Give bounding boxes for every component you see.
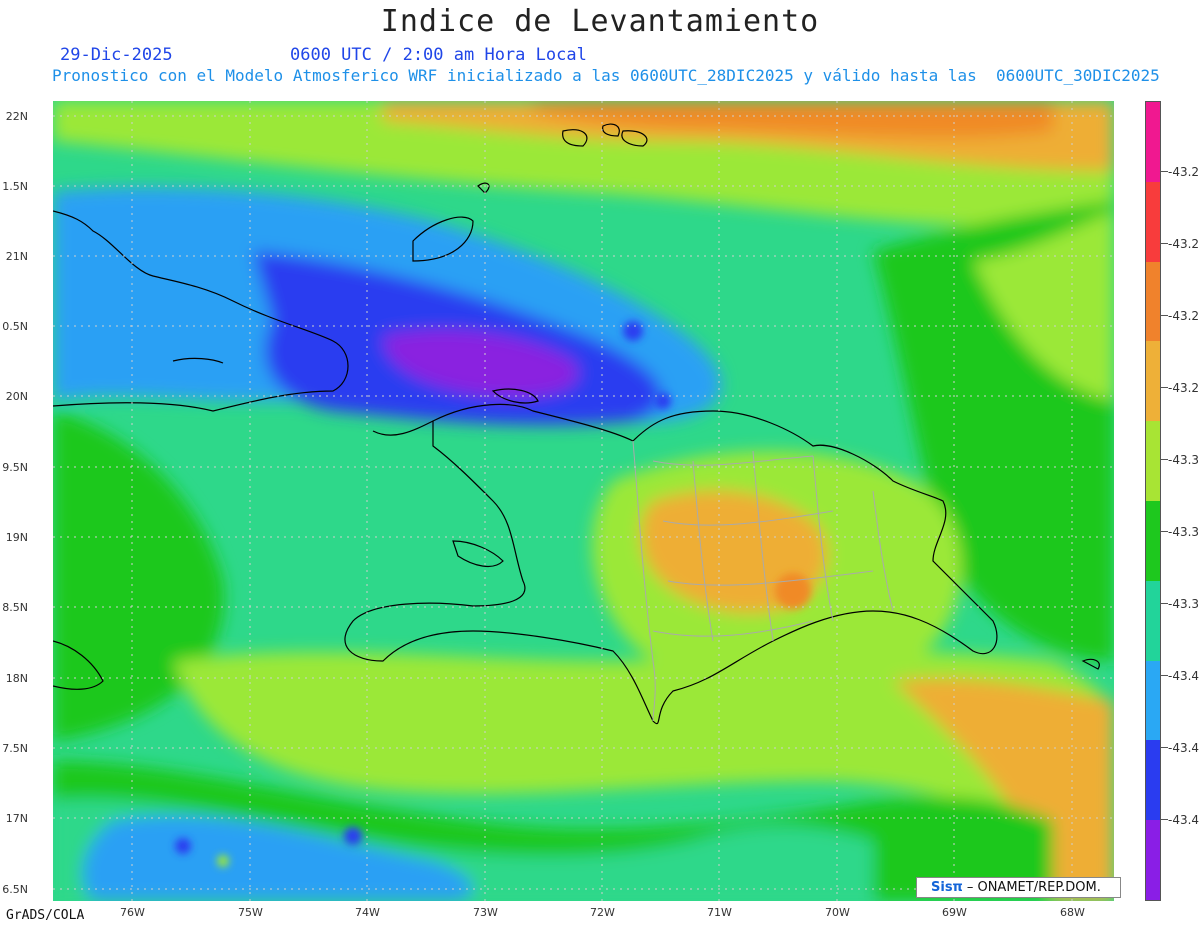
lon-label: 70W — [825, 906, 850, 919]
colorbar-label: -43.2 — [1168, 309, 1200, 323]
map-title: Indice de Levantamiento — [380, 4, 820, 39]
colorbar-label: -43.4 — [1168, 669, 1200, 683]
colorbar-label: -43.3 — [1168, 525, 1200, 539]
colorbar-label: -43.2 — [1168, 381, 1200, 395]
colorbar-swatch — [1146, 660, 1160, 741]
colorbar-label: -43.4 — [1168, 813, 1200, 827]
credit-text: – ONAMET/REP.DOM. — [966, 880, 1101, 895]
lon-label: 73W — [473, 906, 498, 919]
lifted-index-map — [53, 101, 1114, 901]
lat-label: 21N — [5, 250, 28, 263]
lat-label: 18N — [5, 672, 28, 685]
colorbar — [1145, 101, 1161, 901]
colorbar-label: -43.4 — [1168, 741, 1200, 755]
lat-label: 8.5N — [2, 601, 28, 614]
lon-label: 76W — [120, 906, 145, 919]
lat-label: 6.5N — [2, 883, 28, 896]
forecast-date: 29-Dic-2025 — [60, 45, 173, 65]
lat-label: 1.5N — [2, 180, 28, 193]
colorbar-label: -43.3 — [1168, 453, 1200, 467]
lat-label: 9.5N — [2, 461, 28, 474]
colorbar-swatch — [1146, 341, 1160, 422]
lon-label: 68W — [1060, 906, 1085, 919]
colorbar-swatch — [1146, 102, 1160, 182]
lat-label: 0.5N — [2, 320, 28, 333]
forecast-description: Pronostico con el Modelo Atmosferico WRF… — [52, 66, 1160, 85]
colorbar-swatch — [1146, 500, 1160, 581]
lat-label: 20N — [5, 390, 28, 403]
lon-label: 72W — [590, 906, 615, 919]
colorbar-swatch — [1146, 421, 1160, 501]
lon-label: 74W — [355, 906, 380, 919]
colorbar-swatch — [1146, 820, 1160, 900]
colorbar-swatch — [1146, 580, 1160, 661]
colorbar-swatch — [1146, 181, 1160, 262]
grads-label: GrADS/COLA — [6, 908, 85, 923]
lat-label: 22N — [5, 110, 28, 123]
lon-label: 75W — [238, 906, 263, 919]
lon-label: 71W — [707, 906, 732, 919]
colorbar-swatch — [1146, 740, 1160, 821]
lon-label: 69W — [942, 906, 967, 919]
lat-label: 7.5N — [2, 742, 28, 755]
colorbar-label: -43.2 — [1168, 165, 1200, 179]
lat-label: 17N — [5, 812, 28, 825]
sispi-logo: Sisπ — [931, 880, 963, 895]
map-canvas — [53, 101, 1114, 901]
colorbar-swatch — [1146, 261, 1160, 342]
colorbar-label: -43.2 — [1168, 237, 1200, 251]
forecast-time: 0600 UTC / 2:00 am Hora Local — [290, 45, 587, 65]
colorbar-label: -43.3 — [1168, 597, 1200, 611]
credit-box: Sisπ – ONAMET/REP.DOM. — [916, 877, 1121, 898]
lat-label: 19N — [5, 531, 28, 544]
